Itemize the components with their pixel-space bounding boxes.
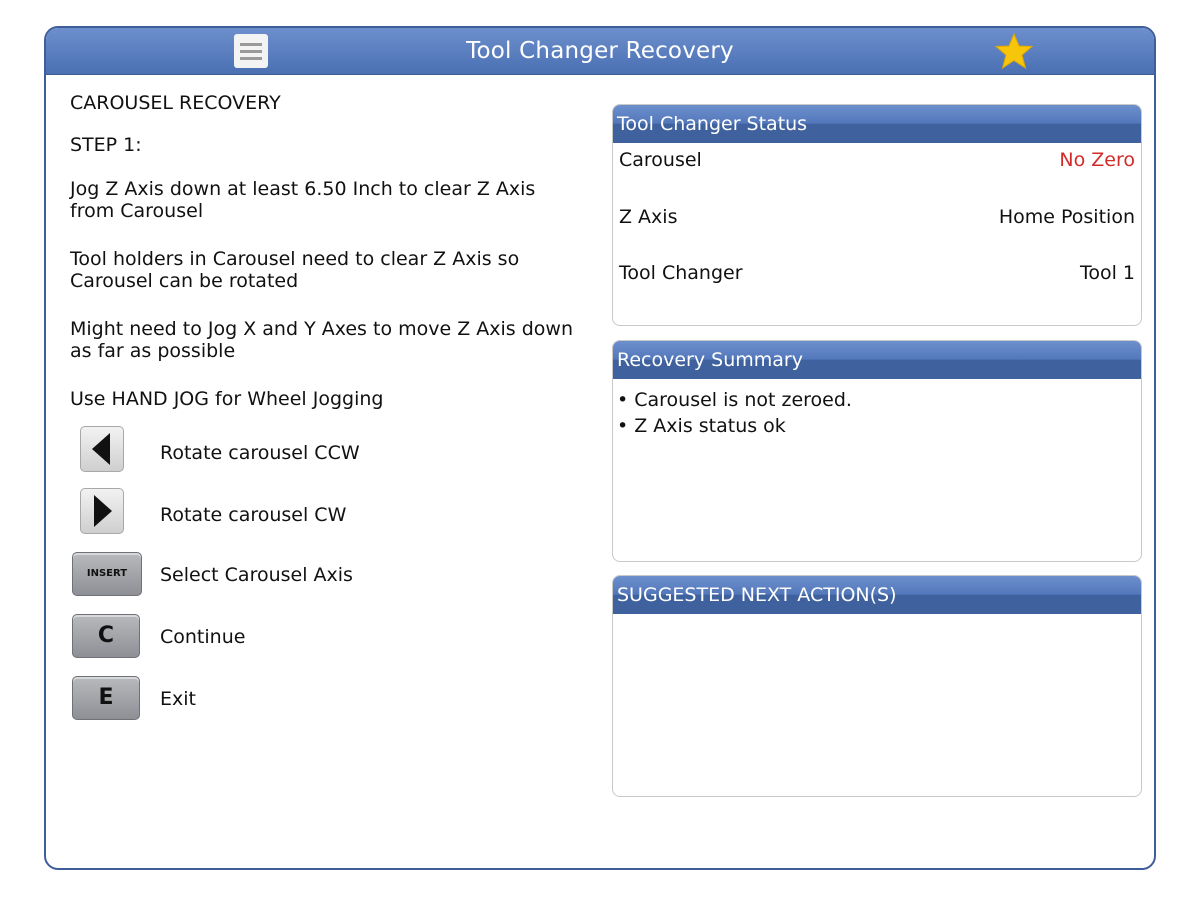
title-bar: Tool Changer Recovery — [46, 28, 1154, 75]
e-key-text: E — [98, 685, 114, 710]
panel-title: Recovery Summary — [613, 341, 1141, 379]
e-key[interactable]: E — [72, 676, 140, 720]
suggested-actions-panel: SUGGESTED NEXT ACTION(S) — [612, 575, 1142, 797]
status-value: Tool 1 — [1079, 262, 1135, 284]
status-value: Home Position — [998, 206, 1135, 228]
triangle-left-icon — [92, 433, 110, 465]
window-title: Tool Changer Recovery — [466, 38, 734, 64]
insert-key[interactable]: INSERT — [72, 552, 142, 596]
recovery-summary-panel: Recovery Summary • Carousel is not zeroe… — [612, 340, 1142, 562]
instruction-text: Jog Z Axis down at least 6.50 Inch to cl… — [70, 178, 536, 222]
hand-jog-note: Use HAND JOG for Wheel Jogging — [70, 388, 384, 410]
panel-title: Tool Changer Status — [613, 105, 1141, 143]
status-value-error: No Zero — [1059, 149, 1135, 171]
c-key[interactable]: C — [72, 614, 140, 658]
right-arrow-key[interactable] — [80, 488, 124, 534]
tool-changer-recovery-window: Tool Changer Recovery CAROUSEL RECOVERY … — [44, 26, 1156, 870]
tool-changer-status-panel: Tool Changer Status Carousel No Zero Z A… — [612, 104, 1142, 326]
status-label: Carousel — [619, 149, 702, 171]
star-icon[interactable] — [994, 31, 1034, 71]
key-label: Continue — [160, 626, 246, 648]
status-row-z-axis: Z Axis Home Position — [619, 206, 1135, 232]
panel-title: SUGGESTED NEXT ACTION(S) — [613, 576, 1141, 614]
status-row-carousel: Carousel No Zero — [619, 149, 1135, 175]
status-label: Tool Changer — [619, 262, 743, 284]
status-row-tool-changer: Tool Changer Tool 1 — [619, 262, 1135, 288]
insert-key-text: INSERT — [86, 568, 128, 579]
recovery-heading: CAROUSEL RECOVERY — [70, 92, 281, 114]
instruction-text: Tool holders in Carousel need to clear Z… — [70, 248, 520, 292]
instruction-text: Might need to Jog X and Y Axes to move Z… — [70, 318, 573, 362]
key-label: Rotate carousel CCW — [160, 442, 360, 464]
summary-line: • Carousel is not zeroed. — [617, 389, 852, 411]
key-label: Rotate carousel CW — [160, 504, 347, 526]
key-label: Exit — [160, 688, 196, 710]
step-label: STEP 1: — [70, 134, 142, 156]
summary-line: • Z Axis status ok — [617, 415, 786, 437]
triangle-right-icon — [94, 495, 112, 527]
left-arrow-key[interactable] — [80, 426, 124, 472]
hamburger-menu-icon[interactable] — [234, 34, 268, 68]
c-key-text: C — [97, 623, 115, 648]
key-label: Select Carousel Axis — [160, 564, 353, 586]
status-label: Z Axis — [619, 206, 678, 228]
